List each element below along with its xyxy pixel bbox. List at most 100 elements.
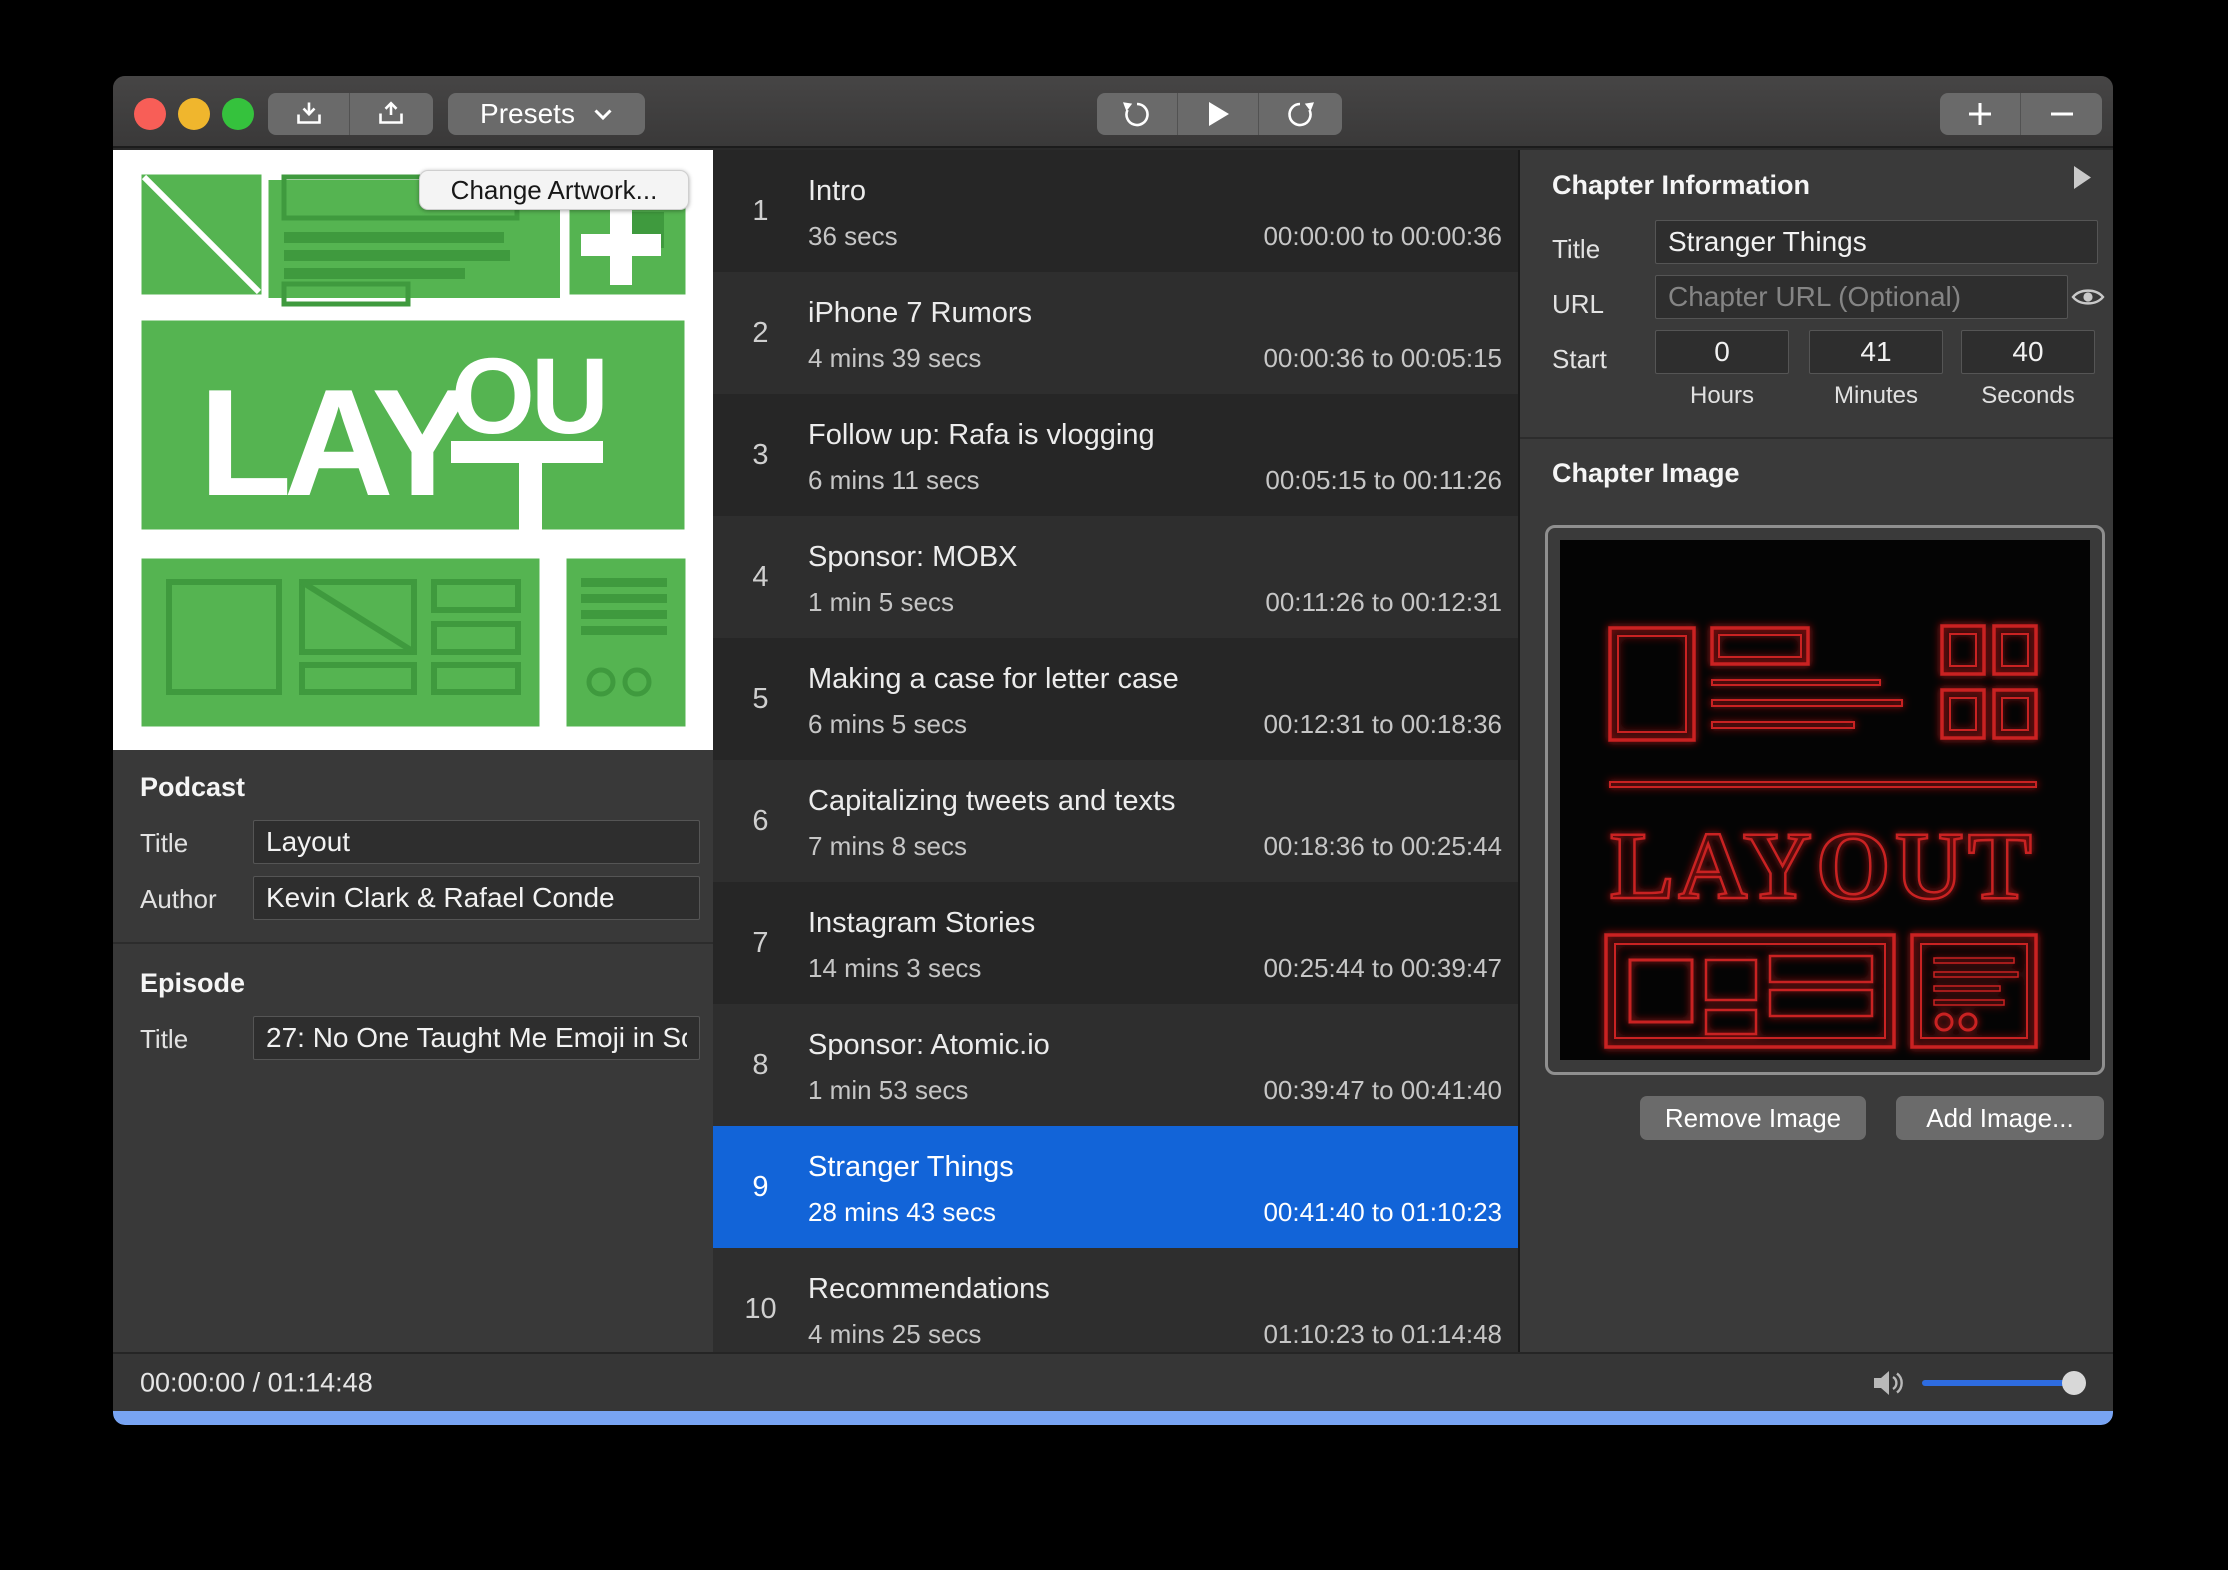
- presets-dropdown[interactable]: Presets: [448, 93, 645, 135]
- volume-control: [1872, 1370, 2078, 1396]
- left-panel: LAY OU: [113, 150, 713, 1352]
- import-export-segment: [268, 93, 433, 135]
- podcast-title-input[interactable]: [253, 820, 700, 864]
- chapter-row[interactable]: 6Capitalizing tweets and texts7 mins 8 s…: [713, 760, 1518, 882]
- chapter-duration: 28 mins 43 secs: [808, 1197, 996, 1228]
- chapter-time-range: 00:25:44 to 00:39:47: [1263, 953, 1502, 984]
- chapter-row-subline: 1 min 53 secs00:39:47 to 00:41:40: [808, 1075, 1502, 1106]
- rotate-forward-icon: [1284, 98, 1316, 130]
- artwork-logo-ou: OU: [451, 335, 605, 456]
- chapter-number: 2: [713, 272, 808, 394]
- podcast-title-label: Title: [140, 828, 188, 859]
- chapter-row[interactable]: 10Recommendations4 mins 25 secs01:10:23 …: [713, 1248, 1518, 1352]
- minimize-button[interactable]: [178, 98, 210, 130]
- play-icon: [1204, 99, 1232, 129]
- remove-chapter-button[interactable]: [2021, 93, 2102, 135]
- skip-back-button[interactable]: [1097, 93, 1178, 135]
- playback-bar: 00:00:00 / 01:14:48: [113, 1352, 2113, 1411]
- chapter-detail-panel: Chapter Information Title URL Start Hour…: [1520, 150, 2113, 1352]
- chapter-number: 1: [713, 150, 808, 272]
- chapter-row[interactable]: 9Stranger Things28 mins 43 secs00:41:40 …: [713, 1126, 1518, 1248]
- episode-title-label: Title: [140, 1024, 188, 1055]
- plus-icon: [1966, 100, 1994, 128]
- chapter-title: iPhone 7 Rumors: [808, 297, 1502, 330]
- chapter-title: Follow up: Rafa is vlogging: [808, 419, 1502, 452]
- episode-section-title: Episode: [140, 968, 245, 999]
- chapter-title: Intro: [808, 175, 1502, 208]
- artwork-logo-t-stem: [519, 463, 542, 530]
- chapter-image-preview: LAYOUT: [1560, 540, 2090, 1060]
- chapter-row[interactable]: 2iPhone 7 Rumors4 mins 39 secs00:00:36 t…: [713, 272, 1518, 394]
- chapter-duration: 6 mins 5 secs: [808, 709, 967, 740]
- chapter-url-input[interactable]: [1655, 275, 2068, 319]
- start-hours-input[interactable]: [1655, 330, 1789, 374]
- play-chapter-button[interactable]: [2074, 166, 2091, 194]
- chapter-row-content: iPhone 7 Rumors4 mins 39 secs00:00:36 to…: [808, 272, 1518, 394]
- chapter-duration: 7 mins 8 secs: [808, 831, 967, 862]
- add-image-button[interactable]: Add Image...: [1896, 1096, 2104, 1140]
- chapter-row-content: Sponsor: Atomic.io 1 min 53 secs00:39:47 …: [808, 1004, 1518, 1126]
- skip-forward-button[interactable]: [1259, 93, 1340, 135]
- chapter-time-range: 00:11:26 to 00:12:31: [1265, 587, 1502, 618]
- time-display: 00:00:00 / 01:14:48: [140, 1367, 373, 1398]
- chapter-row[interactable]: 1Intro36 secs00:00:00 to 00:00:36: [713, 150, 1518, 272]
- chapter-row-subline: 7 mins 8 secs00:18:36 to 00:25:44: [808, 831, 1502, 862]
- close-button[interactable]: [134, 98, 166, 130]
- import-button[interactable]: [268, 93, 350, 135]
- chapter-title: Sponsor: Atomic.io: [808, 1029, 1502, 1062]
- chapter-number: 4: [713, 516, 808, 638]
- volume-slider[interactable]: [1922, 1380, 2078, 1386]
- chapter-title-label: Title: [1552, 234, 1600, 265]
- chapter-row[interactable]: 5Making a case for letter case 6 mins 5 s…: [713, 638, 1518, 760]
- chapter-number: 6: [713, 760, 808, 882]
- volume-knob[interactable]: [2062, 1371, 2086, 1395]
- play-button[interactable]: [1178, 93, 1259, 135]
- podcast-artwork: LAY OU: [113, 150, 713, 750]
- chapter-number: 3: [713, 394, 808, 516]
- chapter-image-title: Chapter Image: [1552, 458, 1740, 489]
- chapter-row-subline: 4 mins 25 secs01:10:23 to 01:14:48: [808, 1319, 1502, 1350]
- chevron-down-icon: [593, 108, 613, 121]
- chapter-time-range: 00:12:31 to 00:18:36: [1263, 709, 1502, 740]
- episode-title-input[interactable]: [253, 1016, 700, 1060]
- chapter-row[interactable]: 8Sponsor: Atomic.io1 min 53 secs00:39:47…: [713, 1004, 1518, 1126]
- seek-strip[interactable]: [113, 1411, 2113, 1425]
- chapter-image-frame: LAYOUT: [1545, 525, 2105, 1075]
- chapter-title: Making a case for letter case: [808, 663, 1502, 696]
- export-button[interactable]: [350, 93, 432, 135]
- chapter-number: 7: [713, 882, 808, 1004]
- start-seconds-input[interactable]: [1961, 330, 2095, 374]
- chapter-row-subline: 6 mins 11 secs00:05:15 to 00:11:26: [808, 465, 1502, 496]
- chapter-url-label: URL: [1552, 289, 1604, 320]
- traffic-lights: [134, 98, 254, 130]
- chapter-time-range: 00:39:47 to 00:41:40: [1263, 1075, 1502, 1106]
- chapter-duration: 14 mins 3 secs: [808, 953, 981, 984]
- chapter-number: 5: [713, 638, 808, 760]
- podcast-author-input[interactable]: [253, 876, 700, 920]
- remove-image-button[interactable]: Remove Image: [1640, 1096, 1866, 1140]
- url-preview-toggle[interactable]: [2071, 286, 2105, 313]
- chapter-row-content: Capitalizing tweets and texts7 mins 8 se…: [808, 760, 1518, 882]
- start-minutes-input[interactable]: [1809, 330, 1943, 374]
- chapter-row[interactable]: 7Instagram Stories14 mins 3 secs00:25:44…: [713, 882, 1518, 1004]
- chapter-start-label: Start: [1552, 344, 1607, 375]
- chapter-image-logo-text: LAYOUT: [1610, 812, 2036, 919]
- chapter-row[interactable]: 3Follow up: Rafa is vlogging 6 mins 11 se…: [713, 394, 1518, 516]
- layout-artwork-graphic: LAY OU: [113, 150, 713, 750]
- chapter-title-input[interactable]: [1655, 220, 2098, 264]
- chapter-number: 10: [713, 1248, 808, 1352]
- chapter-row-content: Sponsor: MOBX1 min 5 secs00:11:26 to 00:…: [808, 516, 1518, 638]
- change-artwork-button[interactable]: Change Artwork...: [419, 170, 689, 210]
- hours-unit-label: Hours: [1655, 382, 1789, 410]
- chapter-row-content: Recommendations4 mins 25 secs01:10:23 to…: [808, 1248, 1518, 1352]
- zoom-button[interactable]: [222, 98, 254, 130]
- chapter-time-range: 00:00:00 to 00:00:36: [1263, 221, 1502, 252]
- podcast-episode-fields: Podcast Title Author Episode Title: [113, 750, 713, 1352]
- add-chapter-button[interactable]: [1940, 93, 2021, 135]
- seconds-unit-label: Seconds: [1961, 382, 2095, 410]
- speaker-icon: [1872, 1370, 1906, 1396]
- chapter-row[interactable]: 4Sponsor: MOBX1 min 5 secs00:11:26 to 00…: [713, 516, 1518, 638]
- chapter-row-subline: 6 mins 5 secs 00:12:31 to 00:18:36: [808, 709, 1502, 740]
- chapter-number: 9: [713, 1126, 808, 1248]
- chapter-row-content: Making a case for letter case 6 mins 5 se…: [808, 638, 1518, 760]
